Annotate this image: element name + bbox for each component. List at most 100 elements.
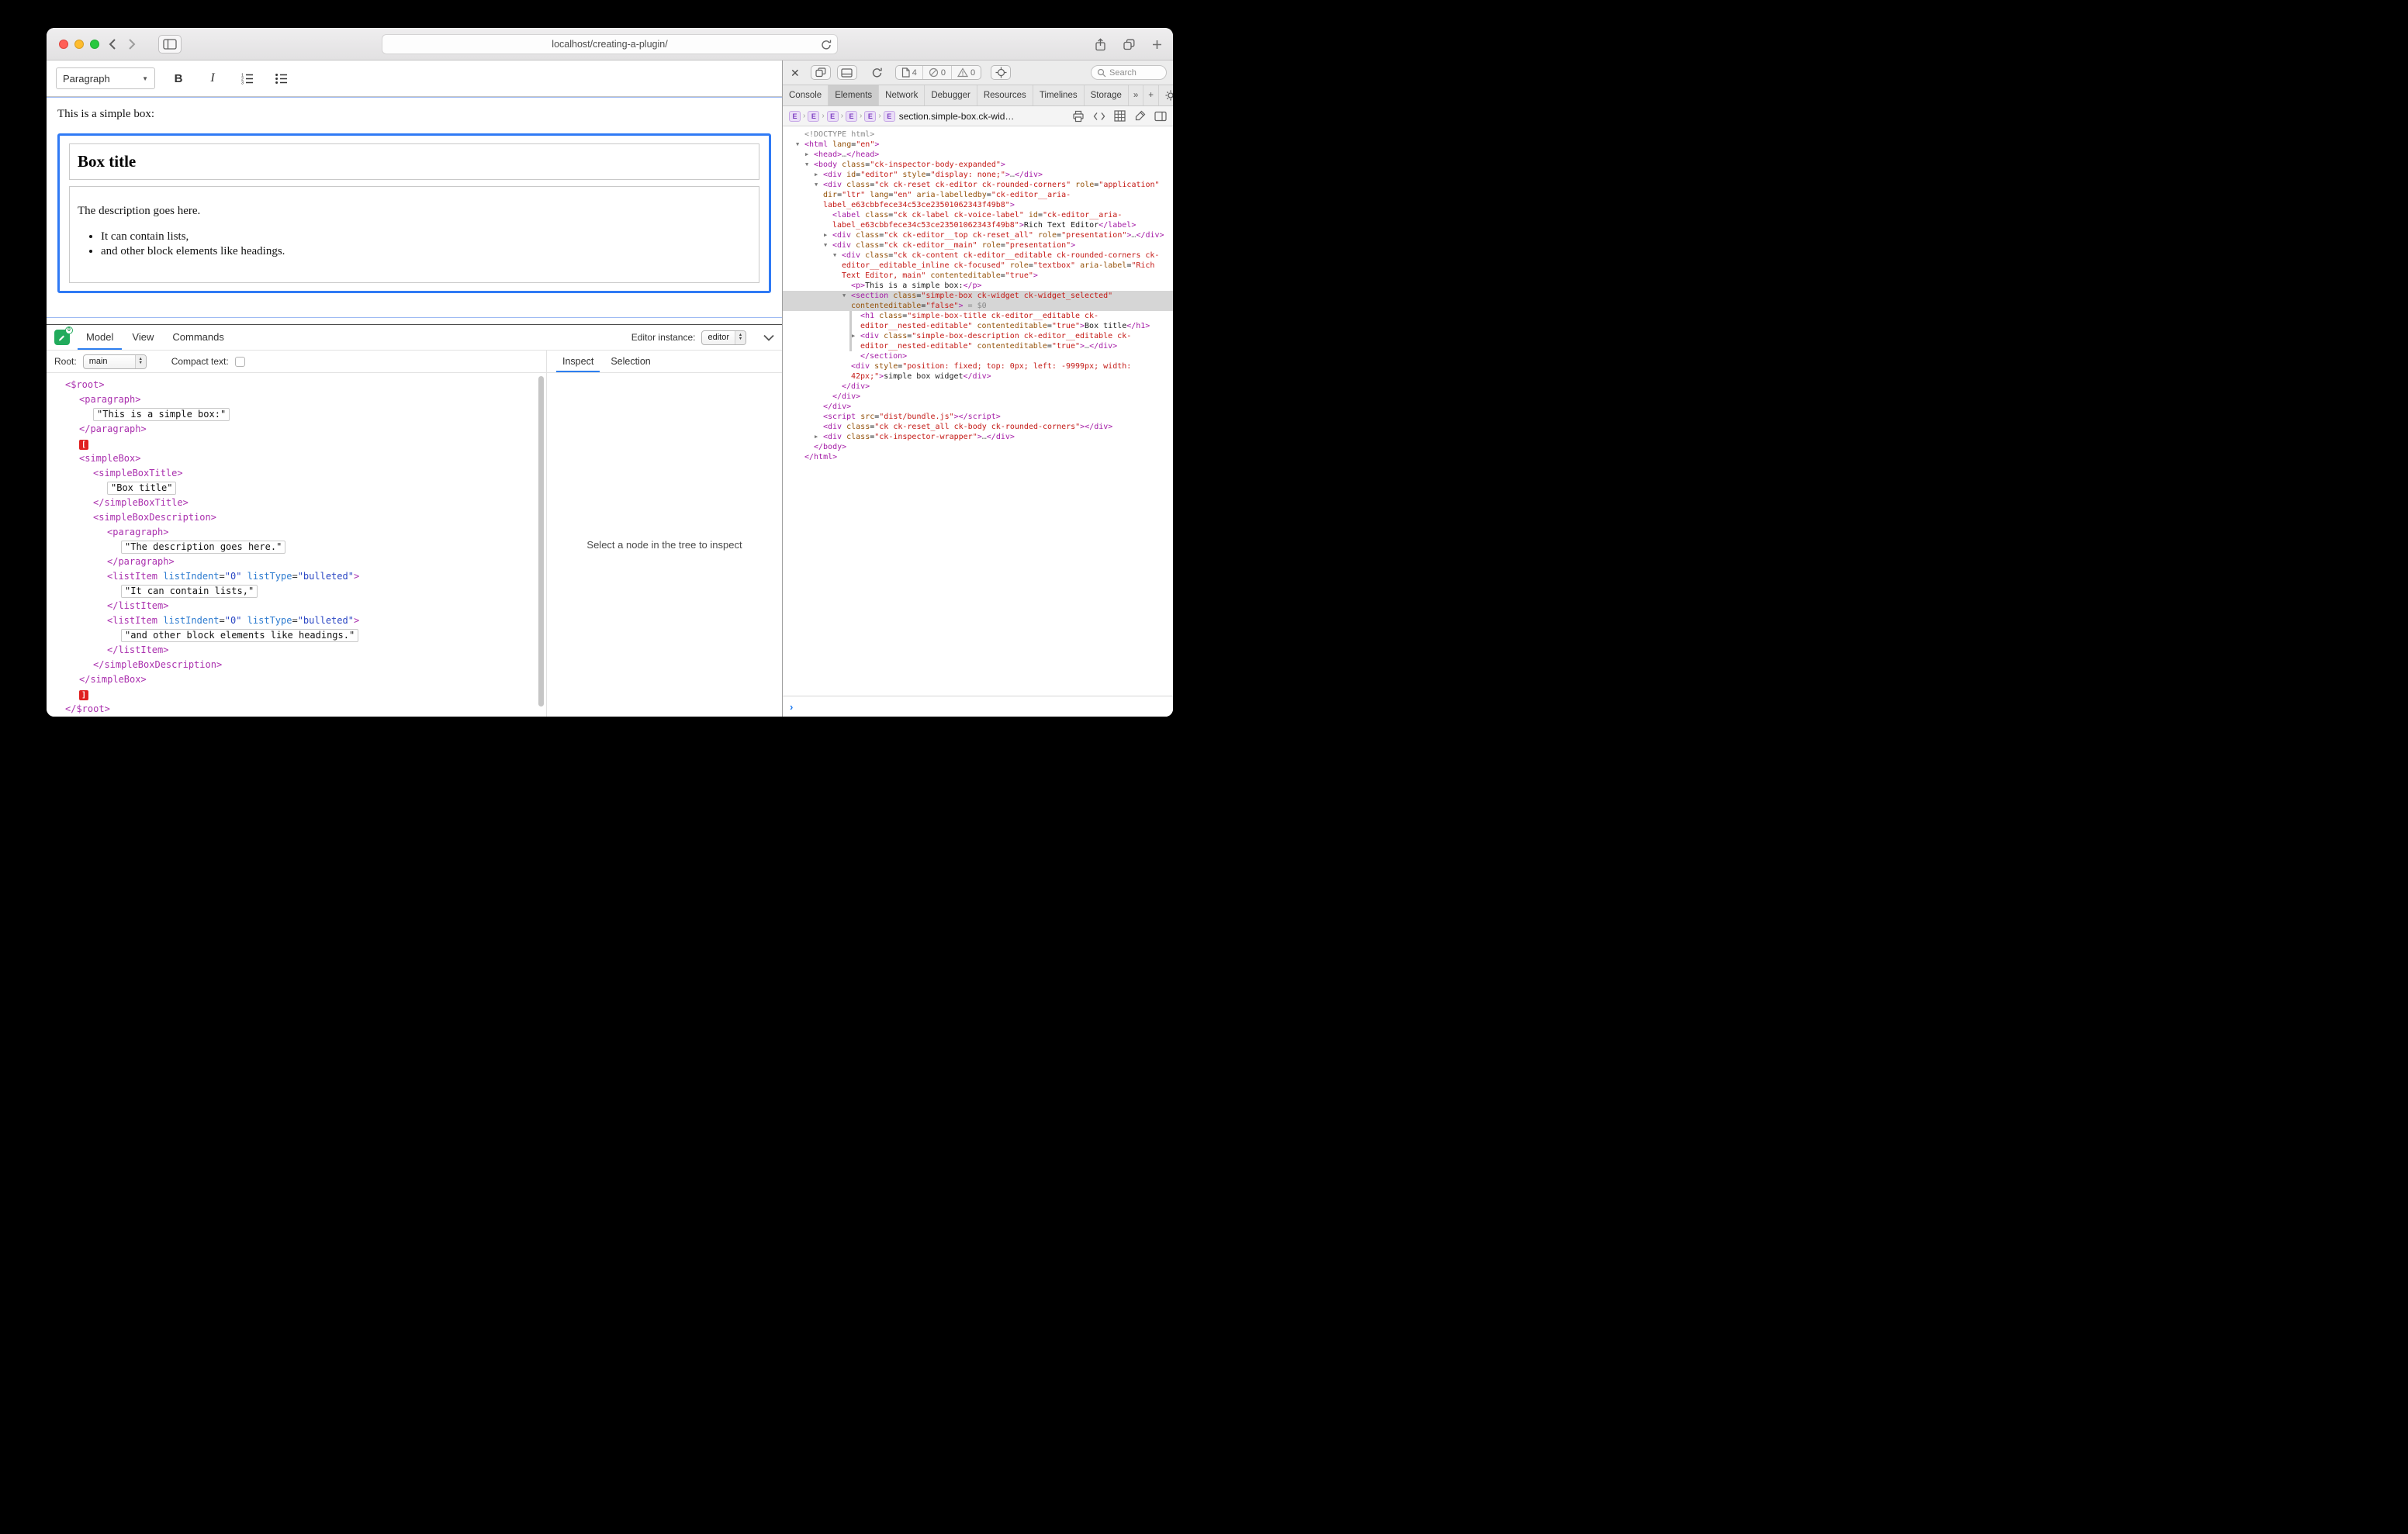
tab-debugger[interactable]: Debugger xyxy=(925,85,977,105)
dock-bottom-button[interactable] xyxy=(837,65,857,80)
breadcrumb-element-badge[interactable]: E xyxy=(846,111,857,122)
tab-timelines[interactable]: Timelines xyxy=(1033,85,1085,105)
tree-node-line[interactable]: </div> xyxy=(783,382,1173,392)
tree-node-line[interactable]: "Box title" xyxy=(56,481,535,496)
tab-resources[interactable]: Resources xyxy=(977,85,1033,105)
breadcrumb-element-badge[interactable]: E xyxy=(827,111,839,122)
breadcrumb-element-badge[interactable]: E xyxy=(808,111,819,122)
new-tab-button[interactable] xyxy=(1152,40,1162,50)
tree-node-line[interactable]: "This is a simple box:" xyxy=(56,407,535,422)
tree-node-line[interactable]: </paragraph> xyxy=(56,555,535,569)
tree-node-line[interactable]: [ xyxy=(56,437,535,451)
bulleted-list-button[interactable] xyxy=(270,67,292,89)
tab-model[interactable]: Model xyxy=(78,325,122,350)
close-window-button[interactable] xyxy=(59,40,68,49)
compact-text-checkbox[interactable] xyxy=(235,357,245,367)
tab-inspect[interactable]: Inspect xyxy=(556,351,600,372)
tree-node-line[interactable]: </simpleBoxDescription> xyxy=(56,658,535,672)
forward-button[interactable] xyxy=(129,39,136,50)
tab-storage[interactable]: Storage xyxy=(1085,85,1129,105)
tab-console[interactable]: Console xyxy=(783,85,829,105)
tree-node-line[interactable]: ▶<head>…</head> xyxy=(783,150,1173,160)
tree-node-line[interactable]: </div> xyxy=(783,392,1173,402)
tab-overflow-button[interactable]: » xyxy=(1129,85,1143,105)
tree-node-line[interactable]: <div class="ck ck-reset_all ck-body ck-r… xyxy=(783,422,1173,432)
tree-node-line[interactable]: </paragraph> xyxy=(56,422,535,437)
minimize-window-button[interactable] xyxy=(74,40,84,49)
tree-node-line[interactable]: ▼<div class="ck ck-content ck-editor__ed… xyxy=(783,250,1173,281)
tree-node-line[interactable]: ▼<div class="ck ck-editor__main" role="p… xyxy=(783,240,1173,250)
tree-node-line[interactable]: </listItem> xyxy=(56,599,535,613)
tree-node-line[interactable]: <script src="dist/bundle.js"></script> xyxy=(783,412,1173,422)
tab-commands[interactable]: Commands xyxy=(164,325,232,350)
tree-node-line[interactable]: <simpleBoxTitle> xyxy=(56,466,535,481)
editor-instance-select[interactable]: editor ▲▼ xyxy=(701,330,746,345)
print-button[interactable] xyxy=(1072,110,1085,123)
tree-node-line[interactable]: <listItem listIndent="0" listType="bulle… xyxy=(56,613,535,628)
tree-node-line[interactable]: <h1 class="simple-box-title ck-editor__e… xyxy=(783,311,1173,331)
italic-button[interactable]: I xyxy=(202,67,223,89)
tree-node-line[interactable]: <paragraph> xyxy=(56,392,535,407)
tab-view[interactable]: View xyxy=(123,325,162,350)
tree-node-line[interactable]: <simpleBox> xyxy=(56,451,535,466)
model-tree-scrollbar[interactable] xyxy=(538,376,544,713)
reload-button[interactable] xyxy=(821,39,832,50)
back-button[interactable] xyxy=(109,39,116,50)
collapse-inspector-button[interactable] xyxy=(763,334,774,341)
tree-node-line[interactable]: </$root> xyxy=(56,702,535,717)
tree-node-line[interactable]: ▼<html lang="en"> xyxy=(783,140,1173,150)
sidebar-toggle-button[interactable] xyxy=(158,35,182,54)
breadcrumb-element-badge[interactable]: E xyxy=(864,111,876,122)
add-tab-button[interactable]: + xyxy=(1143,85,1159,105)
tree-node-line[interactable]: "The description goes here." xyxy=(56,540,535,555)
styles-brush-button[interactable] xyxy=(1134,110,1146,122)
breadcrumb-element-badge[interactable]: E xyxy=(884,111,895,122)
devtools-settings-button[interactable] xyxy=(1159,85,1173,105)
tree-node-line[interactable]: </simpleBox> xyxy=(56,672,535,687)
share-button[interactable] xyxy=(1095,38,1106,51)
bold-button[interactable]: B xyxy=(168,67,189,89)
root-select[interactable]: main ▲▼ xyxy=(83,354,147,369)
tree-node-line[interactable]: ▼<section class="simple-box ck-widget ck… xyxy=(783,291,1173,311)
tree-node-line[interactable]: </html> xyxy=(783,452,1173,462)
tree-node-line[interactable]: ▼<body class="ck-inspector-body-expanded… xyxy=(783,160,1173,170)
resources-count-button[interactable]: 4 xyxy=(896,66,922,79)
tree-node-line[interactable]: </listItem> xyxy=(56,643,535,658)
close-devtools-button[interactable]: ✕ xyxy=(789,67,801,78)
show-source-button[interactable] xyxy=(1093,111,1105,122)
breadcrumb-element-badge[interactable]: E xyxy=(789,111,801,122)
breadcrumb-selected-element[interactable]: section.simple-box.ck-wid… xyxy=(899,111,1015,122)
tree-node-line[interactable]: ] xyxy=(56,687,535,702)
tab-network[interactable]: Network xyxy=(879,85,925,105)
tab-selection[interactable]: Selection xyxy=(604,351,656,372)
layout-grid-button[interactable] xyxy=(1114,110,1126,122)
tree-node-line[interactable]: <div style="position: fixed; top: 0px; l… xyxy=(783,361,1173,382)
paragraph-dropdown[interactable]: Paragraph ▼ xyxy=(56,67,155,89)
simple-box-title[interactable]: Box title xyxy=(69,143,759,180)
tree-node-line[interactable]: </body> xyxy=(783,442,1173,452)
address-bar[interactable]: localhost/creating-a-plugin/ xyxy=(382,34,838,54)
tree-node-line[interactable]: </div> xyxy=(783,402,1173,412)
tree-node-line[interactable]: "and other block elements like headings.… xyxy=(56,628,535,643)
tree-node-line[interactable]: </simpleBoxTitle> xyxy=(56,496,535,510)
devtools-search-input[interactable]: Search xyxy=(1091,65,1167,80)
tree-node-line[interactable]: "It can contain lists," xyxy=(56,584,535,599)
tree-node-line[interactable]: </section> xyxy=(783,351,1173,361)
tree-node-line[interactable]: ▶<div id="editor" style="display: none;"… xyxy=(783,170,1173,180)
scrollbar-thumb[interactable] xyxy=(538,376,544,707)
reload-page-button[interactable] xyxy=(870,67,884,78)
tree-node-line[interactable]: <label class="ck ck-label ck-voice-label… xyxy=(783,210,1173,230)
quick-console-bar[interactable]: › xyxy=(783,696,1173,717)
tab-elements[interactable]: Elements xyxy=(829,85,879,105)
tree-node-line[interactable]: ▼<div class="ck ck-reset ck-editor ck-ro… xyxy=(783,180,1173,210)
tree-node-line[interactable]: <paragraph> xyxy=(56,525,535,540)
tree-node-line[interactable]: <listItem listIndent="0" listType="bulle… xyxy=(56,569,535,584)
editor-editable-area[interactable]: This is a simple box: Box title The desc… xyxy=(47,97,782,318)
tree-node-line[interactable]: ▶<div class="ck-inspector-wrapper">…</di… xyxy=(783,432,1173,442)
tree-node-line[interactable]: <$root> xyxy=(56,378,535,392)
tab-overview-button[interactable] xyxy=(1123,39,1135,50)
dock-side-button[interactable] xyxy=(811,65,831,80)
tree-node-line[interactable]: <p>This is a simple box:</p> xyxy=(783,281,1173,291)
warnings-button[interactable]: 0 xyxy=(951,66,981,79)
numbered-list-button[interactable]: 123 xyxy=(236,67,258,89)
